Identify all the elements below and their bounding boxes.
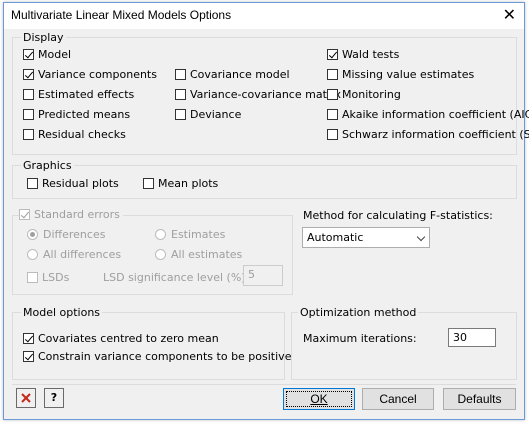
checkbox-label: Residual checks [38, 128, 126, 141]
display-group-label: Display [21, 31, 66, 44]
checkbox-box[interactable] [27, 178, 38, 189]
checkbox-label: Constrain variance components to be posi… [38, 350, 292, 363]
checkbox-label: Variance components [38, 68, 157, 81]
help-icon: ? [50, 391, 58, 404]
radio-label: Differences [43, 228, 106, 241]
radio-label: All differences [43, 248, 122, 261]
checkbox-box[interactable] [327, 69, 338, 80]
checkbox-label: Monitoring [342, 88, 401, 101]
checkbox-label: Covariates centred to zero mean [38, 332, 219, 345]
checkbox-box[interactable] [23, 333, 34, 344]
radio-all-estimates[interactable]: All estimates [155, 248, 242, 261]
checkbox-lsds[interactable]: LSDs [27, 271, 69, 284]
radio-estimates[interactable]: Estimates [155, 228, 225, 241]
window-title: Multivariate Linear Mixed Models Options [11, 8, 232, 22]
checkbox-label: Wald tests [342, 48, 400, 61]
checkbox-predicted-means[interactable]: Predicted means [23, 108, 130, 121]
checkbox-label: Missing value estimates [342, 68, 475, 81]
checkbox-variance-covariance-matrix[interactable]: Variance-covariance matrix [175, 88, 341, 101]
checkbox-box[interactable] [175, 109, 186, 120]
checkbox-mean-plots[interactable]: Mean plots [143, 177, 218, 190]
help-button[interactable]: ? [44, 388, 64, 408]
model-options-group-label: Model options [21, 306, 103, 319]
defaults-button-label: Defaults [457, 392, 502, 406]
checkbox-monitoring[interactable]: Monitoring [327, 88, 401, 101]
footer-divider [12, 384, 516, 385]
fstat-label: Method for calculating F-statistics: [303, 209, 493, 222]
defaults-button[interactable]: Defaults [443, 388, 516, 410]
checkbox-box[interactable] [23, 351, 34, 362]
cancel-button[interactable]: Cancel [362, 388, 434, 410]
checkbox-box[interactable] [143, 178, 154, 189]
checkbox-label: LSDs [42, 271, 70, 284]
checkbox-box[interactable] [327, 89, 338, 100]
checkbox-residual-plots[interactable]: Residual plots [27, 177, 119, 190]
radio-dot[interactable] [27, 249, 38, 260]
checkbox-label: Deviance [190, 108, 242, 121]
cancel-button-label: Cancel [379, 392, 417, 406]
radio-label: All estimates [171, 248, 243, 261]
max-iterations-input[interactable]: 30 [448, 328, 496, 347]
fstat-selected-value: Automatic [307, 231, 364, 244]
radio-dot[interactable] [27, 229, 38, 240]
radio-all-differences[interactable]: All differences [27, 248, 121, 261]
checkbox-model[interactable]: Model [23, 48, 71, 61]
checkbox-estimated-effects[interactable]: Estimated effects [23, 88, 134, 101]
dialog-window: Multivariate Linear Mixed Models Options… [3, 2, 529, 420]
checkbox-wald-tests[interactable]: Wald tests [327, 48, 399, 61]
checkbox-standard-errors[interactable]: Standard errors [19, 208, 123, 221]
checkbox-label: Estimated effects [38, 88, 135, 101]
checkbox-residual-checks[interactable]: Residual checks [23, 128, 126, 141]
checkbox-label: Model [38, 48, 72, 61]
checkbox-constrain-variance[interactable]: Constrain variance components to be posi… [23, 350, 291, 363]
checkbox-box[interactable] [23, 129, 34, 140]
checkbox-label: Residual plots [42, 177, 119, 190]
checkbox-box[interactable] [175, 89, 186, 100]
checkbox-label: Standard errors [34, 208, 120, 221]
checkbox-box[interactable] [327, 49, 338, 60]
checkbox-variance-components[interactable]: Variance components [23, 68, 157, 81]
window-close-icon[interactable]: ✕ [503, 6, 516, 24]
checkbox-box[interactable] [327, 109, 338, 120]
checkbox-label: Covariance model [190, 68, 290, 81]
checkbox-label: Predicted means [38, 108, 131, 121]
checkbox-label: Mean plots [158, 177, 219, 190]
checkbox-deviance[interactable]: Deviance [175, 108, 241, 121]
radio-label: Estimates [171, 228, 226, 241]
checkbox-box[interactable] [27, 272, 38, 283]
checkbox-covariates-centred[interactable]: Covariates centred to zero mean [23, 332, 219, 345]
checkbox-box[interactable] [23, 89, 34, 100]
checkbox-box[interactable] [23, 109, 34, 120]
focus-ring [286, 391, 352, 407]
checkbox-missing-value-estimates[interactable]: Missing value estimates [327, 68, 474, 81]
fstat-method-select[interactable]: Automatic [302, 227, 430, 248]
optimization-group-label: Optimization method [298, 306, 419, 319]
ok-button[interactable]: OK [283, 388, 355, 410]
checkbox-label: Akaike information coefficient (AIC) [342, 108, 529, 121]
checkbox-aic[interactable]: Akaike information coefficient (AIC) [327, 108, 529, 121]
checkbox-label: Variance-covariance matrix [190, 88, 341, 101]
close-icon [21, 393, 31, 403]
checkbox-label: Schwarz information coefficient (SIC) [342, 128, 529, 141]
checkbox-box[interactable] [327, 129, 338, 140]
radio-dot[interactable] [155, 229, 166, 240]
model-options-group [12, 312, 285, 380]
lsd-level-label: LSD significance level (%): [103, 271, 250, 284]
checkbox-box[interactable] [23, 49, 34, 60]
title-bar: Multivariate Linear Mixed Models Options… [4, 3, 524, 29]
checkbox-covariance-model[interactable]: Covariance model [175, 68, 290, 81]
checkbox-box[interactable] [175, 69, 186, 80]
checkbox-sic[interactable]: Schwarz information coefficient (SIC) [327, 128, 529, 141]
clear-button[interactable] [16, 388, 36, 408]
chevron-down-icon [416, 232, 426, 242]
checkbox-box[interactable] [19, 209, 30, 220]
checkbox-box[interactable] [23, 69, 34, 80]
radio-differences[interactable]: Differences [27, 228, 105, 241]
max-iterations-label: Maximum iterations: [303, 332, 417, 345]
radio-dot[interactable] [155, 249, 166, 260]
lsd-level-input[interactable]: 5 [243, 265, 283, 286]
graphics-group-label: Graphics [21, 159, 74, 172]
